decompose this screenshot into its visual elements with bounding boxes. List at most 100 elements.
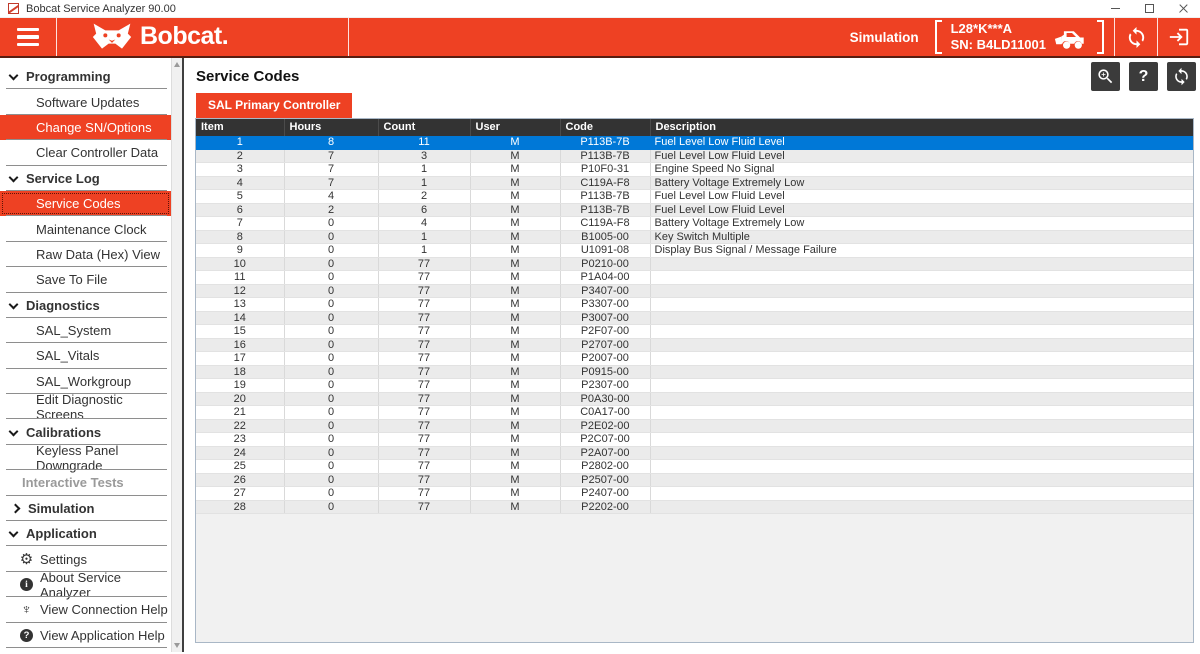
cell-count: 77 — [378, 271, 470, 285]
table-row[interactable]: 12077MP3407-00 — [196, 284, 1193, 298]
table-row[interactable]: 704MC119A-F8Battery Voltage Extremely Lo… — [196, 217, 1193, 231]
scroll-down-icon[interactable] — [174, 643, 180, 648]
table-row[interactable]: 24077MP2A07-00 — [196, 446, 1193, 460]
table-row[interactable]: 273MP113B-7BFuel Level Low Fluid Level — [196, 149, 1193, 163]
cell-description: Key Switch Multiple — [650, 230, 1193, 244]
machine-model: L28*K***A — [951, 21, 1012, 37]
machine-info[interactable]: L28*K***A SN: B4LD11001 — [935, 18, 1104, 56]
sidebar-item-save-to-file[interactable]: Save To File — [0, 267, 171, 292]
sidebar-item-service-codes[interactable]: Service Codes — [0, 191, 171, 216]
sidebar-item-sal-workgroup[interactable]: SAL_Workgroup — [0, 369, 171, 394]
sidebar-section-application[interactable]: Application — [0, 521, 171, 546]
table-row[interactable]: 14077MP3007-00 — [196, 311, 1193, 325]
table-row[interactable]: 11077MP1A04-00 — [196, 271, 1193, 285]
sidebar-section-calibrations[interactable]: Calibrations — [0, 419, 171, 444]
sidebar-item-label: Raw Data (Hex) View — [36, 247, 160, 262]
tab-sal-primary-controller[interactable]: SAL Primary Controller — [196, 93, 352, 118]
cell-code: P1A04-00 — [560, 271, 650, 285]
table-row[interactable]: 10077MP0210-00 — [196, 257, 1193, 271]
sidebar-item-sal-system[interactable]: SAL_System — [0, 318, 171, 343]
sidebar-item-change-sn-options[interactable]: Change SN/Options — [0, 115, 171, 140]
sidebar-section-service-log[interactable]: Service Log — [0, 166, 171, 191]
column-header-code[interactable]: Code — [560, 119, 650, 136]
table-row[interactable]: 27077MP2407-00 — [196, 487, 1193, 501]
sidebar-item-view-application-help[interactable]: View Application Help — [0, 623, 171, 648]
close-button[interactable] — [1166, 0, 1200, 17]
chevron-down-icon — [9, 426, 19, 436]
column-header-item[interactable]: Item — [196, 119, 284, 136]
maximize-button[interactable] — [1132, 0, 1166, 17]
table-row[interactable]: 25077MP2802-00 — [196, 460, 1193, 474]
table-row[interactable]: 26077MP2507-00 — [196, 473, 1193, 487]
cell-count: 3 — [378, 149, 470, 163]
cell-hours: 0 — [284, 487, 378, 501]
sidebar-item-software-updates[interactable]: Software Updates — [0, 89, 171, 114]
table-row[interactable]: 626MP113B-7BFuel Level Low Fluid Level — [196, 203, 1193, 217]
table-row[interactable]: 901MU1091-08Display Bus Signal / Message… — [196, 244, 1193, 258]
cell-item: 27 — [196, 487, 284, 501]
table-row[interactable]: 471MC119A-F8Battery Voltage Extremely Lo… — [196, 176, 1193, 190]
sidebar-item-about-service-analyzer[interactable]: About Service Analyzer — [0, 572, 171, 597]
refresh-icon — [1172, 67, 1191, 86]
cell-user: M — [470, 298, 560, 312]
sidebar-item-raw-data-hex-view[interactable]: Raw Data (Hex) View — [0, 242, 171, 267]
sign-in-button[interactable] — [1158, 18, 1200, 56]
table-row[interactable]: 801MB1005-00Key Switch Multiple — [196, 230, 1193, 244]
zoom-button[interactable] — [1091, 62, 1120, 91]
table-row[interactable]: 28077MP2202-00 — [196, 500, 1193, 514]
sidebar-item-maintenance-clock[interactable]: Maintenance Clock — [0, 216, 171, 241]
cell-description: Fuel Level Low Fluid Level — [650, 203, 1193, 217]
table-row[interactable]: 20077MP0A30-00 — [196, 392, 1193, 406]
table-row[interactable]: 542MP113B-7BFuel Level Low Fluid Level — [196, 190, 1193, 204]
table-row[interactable]: 18077MP0915-00 — [196, 365, 1193, 379]
sidebar-section-programming[interactable]: Programming — [0, 64, 171, 89]
cell-count: 77 — [378, 406, 470, 420]
sidebar-item-view-release-notes[interactable]: View Release Notes — [0, 648, 171, 652]
cell-item: 25 — [196, 460, 284, 474]
cell-description — [650, 460, 1193, 474]
table-row[interactable]: 1811MP113B-7BFuel Level Low Fluid Level — [196, 136, 1193, 149]
sidebar-item-view-connection-help[interactable]: View Connection Help — [0, 597, 171, 622]
table-row[interactable]: 21077MC0A17-00 — [196, 406, 1193, 420]
table-row[interactable]: 16077MP2707-00 — [196, 338, 1193, 352]
sidebar-item-clear-controller-data[interactable]: Clear Controller Data — [0, 140, 171, 165]
column-header-hours[interactable]: Hours — [284, 119, 378, 136]
menu-button[interactable] — [0, 18, 56, 56]
app-header: Bobcat. Simulation L28*K***A SN: B4LD110… — [0, 18, 1200, 58]
cell-count: 77 — [378, 338, 470, 352]
table-row[interactable]: 22077MP2E02-00 — [196, 419, 1193, 433]
column-header-user[interactable]: User — [470, 119, 560, 136]
cell-description — [650, 284, 1193, 298]
cell-hours: 7 — [284, 176, 378, 190]
column-header-description[interactable]: Description — [650, 119, 1193, 136]
service-codes-table: ItemHoursCountUserCodeDescription 1811MP… — [196, 119, 1193, 514]
scroll-up-icon[interactable] — [174, 62, 180, 67]
cell-hours: 0 — [284, 271, 378, 285]
cell-code: P3407-00 — [560, 284, 650, 298]
column-header-count[interactable]: Count — [378, 119, 470, 136]
sidebar-item-label: Diagnostics — [26, 298, 100, 313]
cell-description: Fuel Level Low Fluid Level — [650, 136, 1193, 149]
sidebar-item-sal-vitals[interactable]: SAL_Vitals — [0, 343, 171, 368]
machine-serial: SN: B4LD11001 — [951, 37, 1046, 53]
table-row[interactable]: 15077MP2F07-00 — [196, 325, 1193, 339]
minimize-button[interactable] — [1098, 0, 1132, 17]
table-row[interactable]: 17077MP2007-00 — [196, 352, 1193, 366]
cell-item: 23 — [196, 433, 284, 447]
table-row[interactable]: 19077MP2307-00 — [196, 379, 1193, 393]
sidebar-item-settings[interactable]: Settings — [0, 546, 171, 571]
sidebar-item-keyless-panel-downgrade[interactable]: Keyless Panel Downgrade — [0, 445, 171, 470]
cell-count: 6 — [378, 203, 470, 217]
sidebar-scrollbar[interactable] — [171, 58, 182, 652]
refresh-connection-button[interactable] — [1115, 18, 1157, 56]
help-button[interactable]: ? — [1129, 62, 1158, 91]
cell-description: Fuel Level Low Fluid Level — [650, 149, 1193, 163]
table-row[interactable]: 371MP10F0-31Engine Speed No Signal — [196, 163, 1193, 177]
sidebar-item-edit-diagnostic-screens[interactable]: Edit Diagnostic Screens — [0, 394, 171, 419]
sidebar-section-diagnostics[interactable]: Diagnostics — [0, 293, 171, 318]
table-row[interactable]: 13077MP3307-00 — [196, 298, 1193, 312]
table-row[interactable]: 23077MP2C07-00 — [196, 433, 1193, 447]
sidebar-section-simulation[interactable]: Simulation — [0, 496, 171, 521]
simulation-label: Simulation — [850, 30, 919, 45]
refresh-table-button[interactable] — [1167, 62, 1196, 91]
